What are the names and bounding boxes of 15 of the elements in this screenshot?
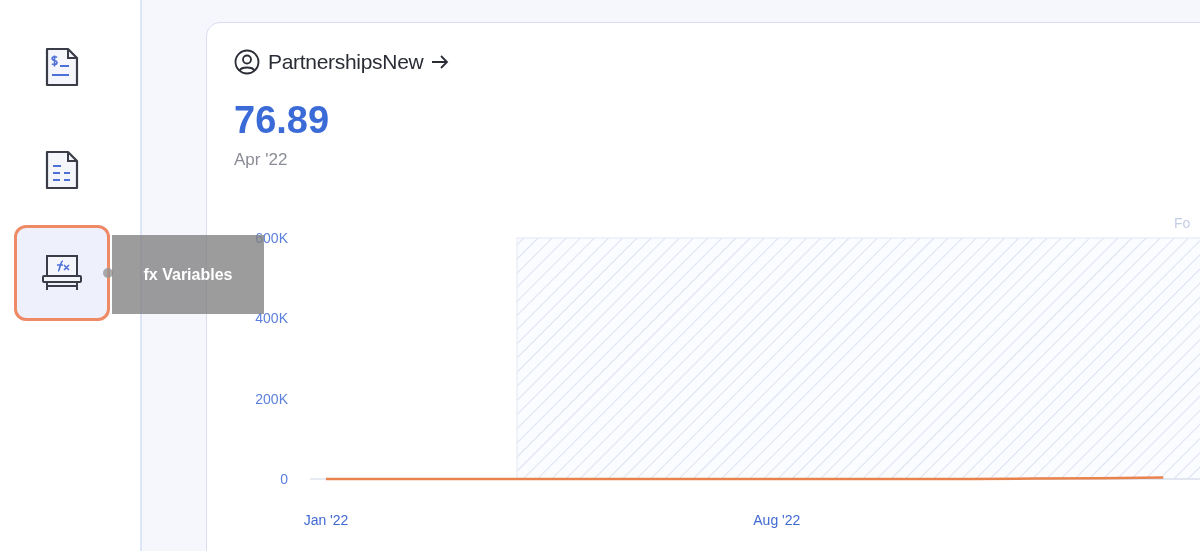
- arrow-right-icon[interactable]: [431, 54, 450, 70]
- forecast-label: Fo: [1174, 216, 1191, 231]
- y-axis-label: 400K: [255, 310, 288, 327]
- user-icon: [234, 49, 260, 75]
- card-title[interactable]: PartnershipsNew: [268, 50, 424, 74]
- y-axis-label: 200K: [255, 390, 288, 407]
- dollar-document-icon: [45, 47, 79, 87]
- x-axis-label: Aug '22: [753, 512, 801, 528]
- document-lines-icon: [45, 150, 79, 190]
- y-axis-label: 0: [280, 471, 288, 487]
- formula-board-icon: [41, 254, 83, 292]
- metric-date: Apr '22: [234, 150, 289, 170]
- metric-value: 76.89: [234, 99, 331, 142]
- x-axis-label: Jan '22: [303, 512, 349, 528]
- sidebar-item[interactable]: [14, 225, 110, 321]
